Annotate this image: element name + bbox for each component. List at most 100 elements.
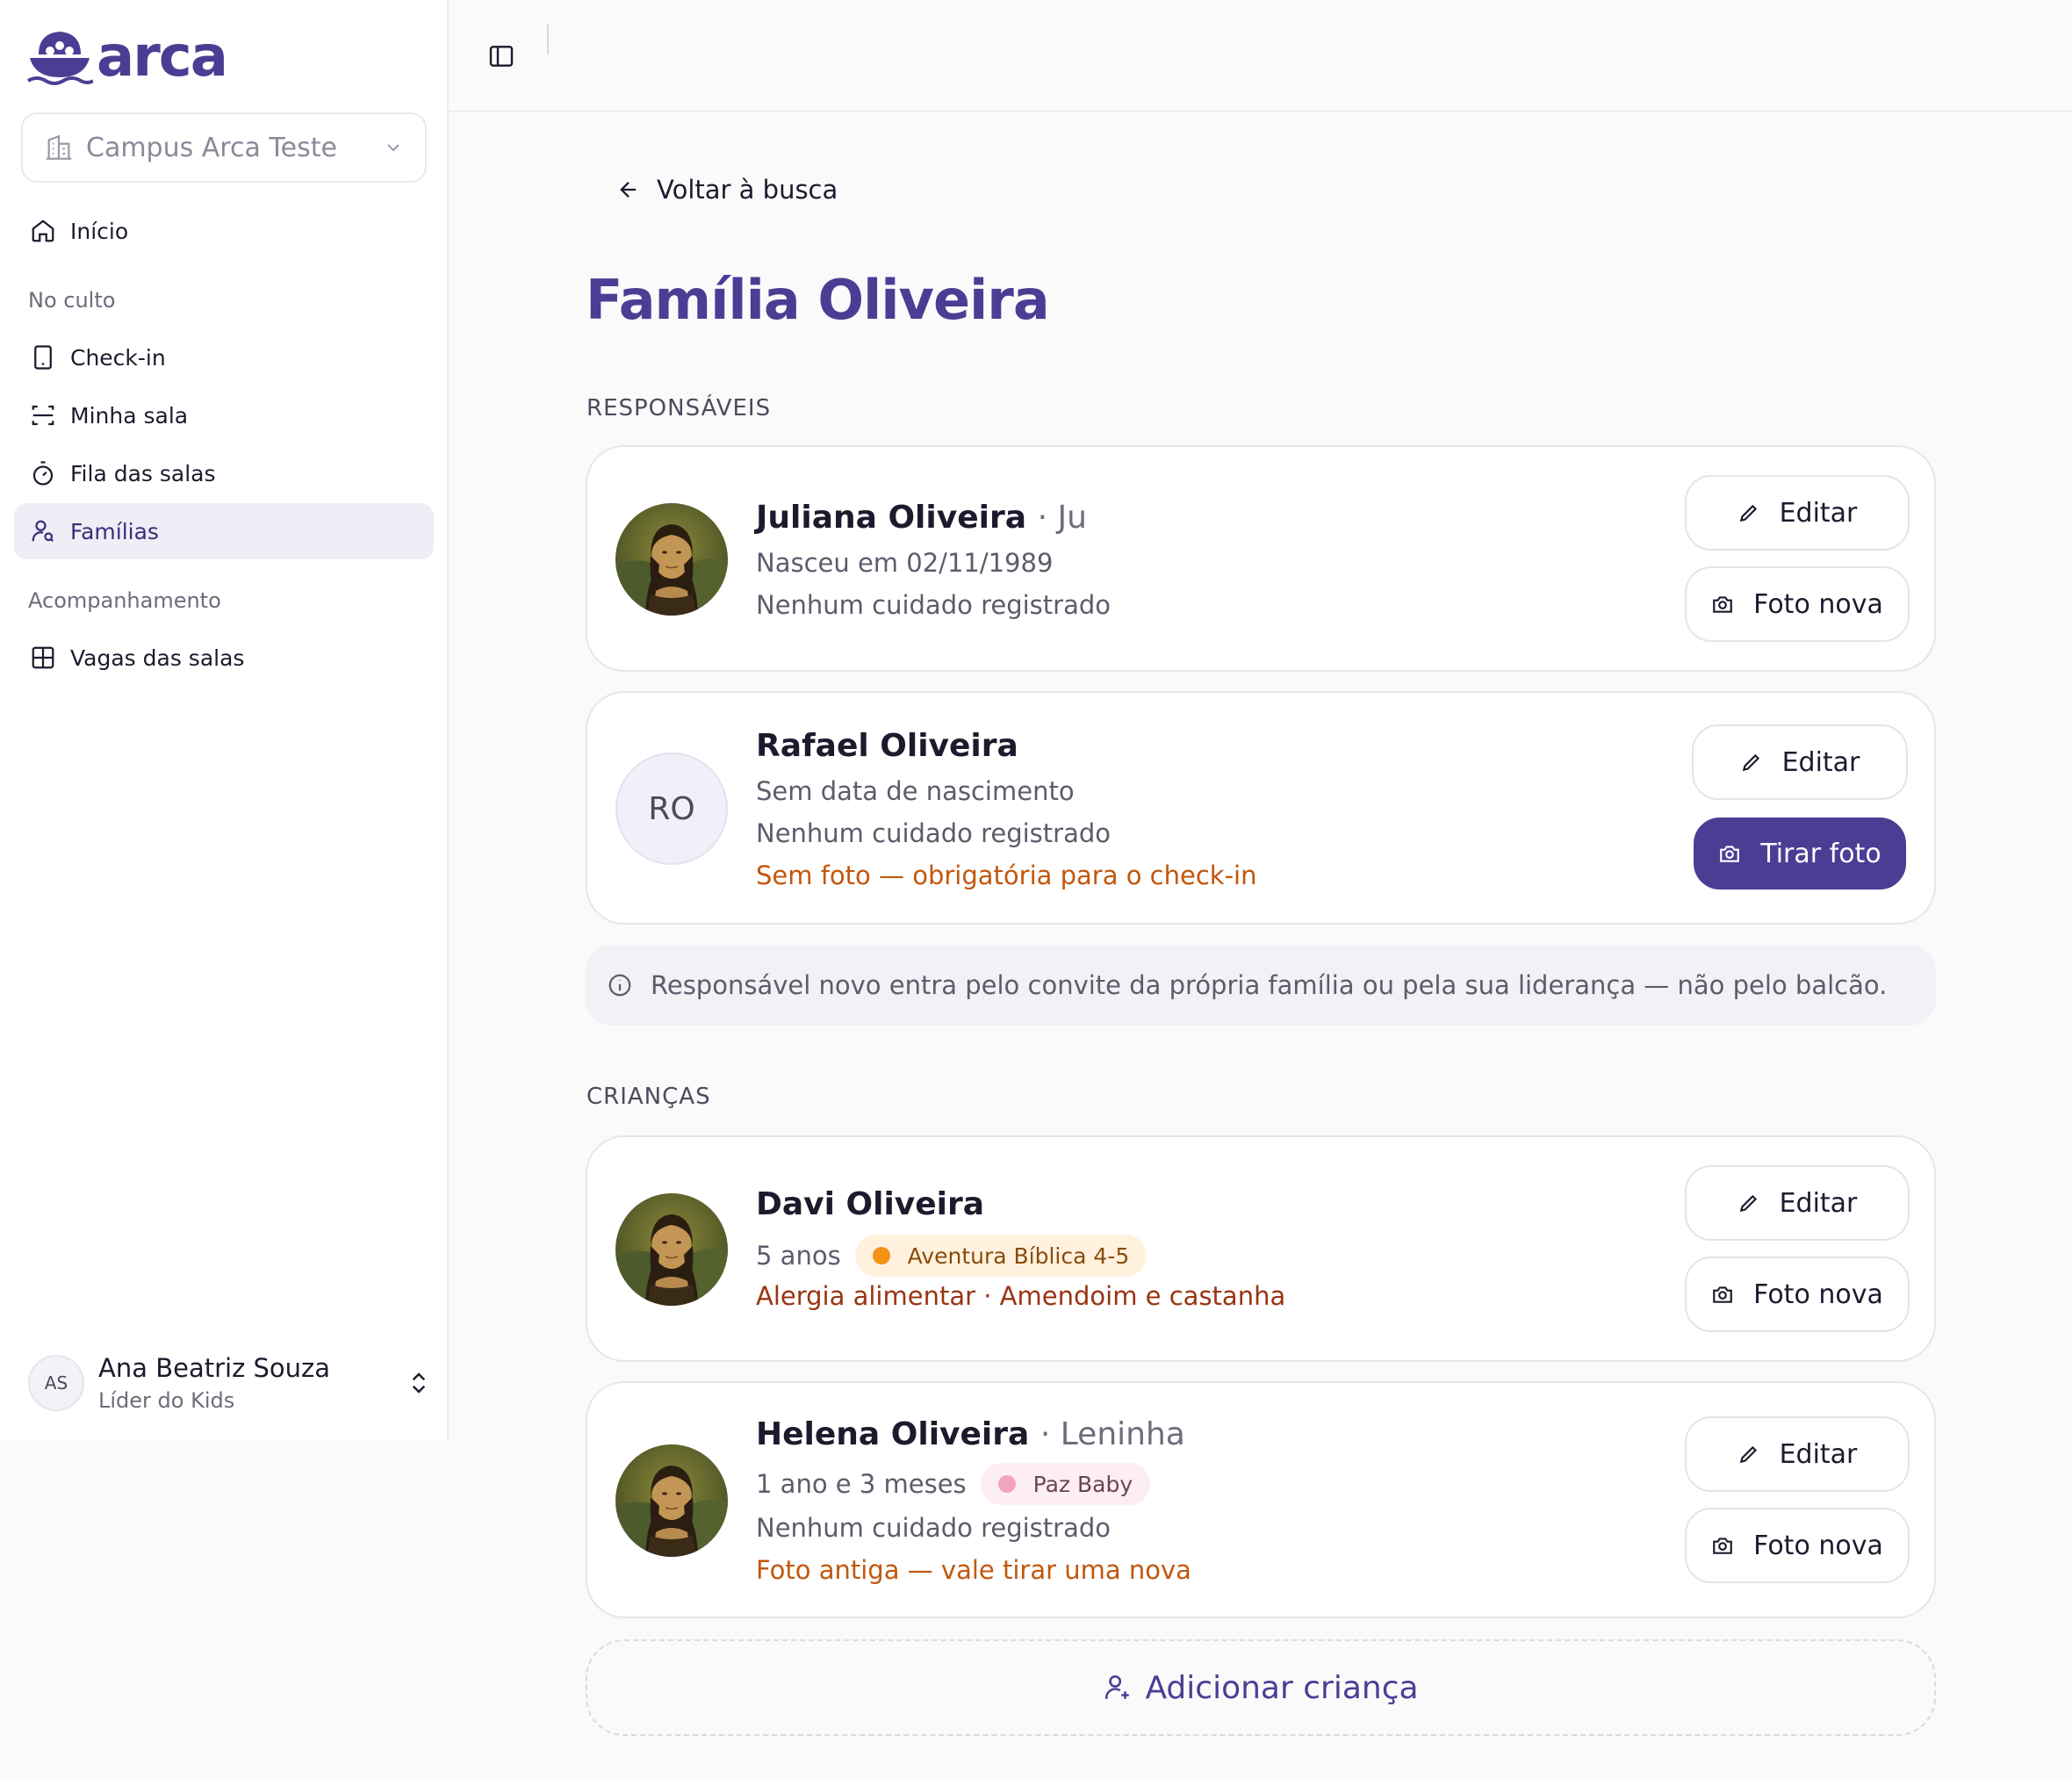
allergy-note: Alergia alimentar · Amendoim e castanha	[756, 1281, 1286, 1311]
photo-warning: Sem foto — obrigatória para o check-in	[756, 861, 1257, 890]
edit-label: Editar	[1779, 1438, 1858, 1470]
new-photo-button[interactable]: Foto nova	[1685, 1257, 1910, 1332]
sidebar-item-label: Check-in	[70, 344, 166, 371]
room-badge: Paz Baby	[980, 1463, 1151, 1505]
sidebar-item-label: Vagas das salas	[70, 645, 245, 671]
arrow-left-icon	[620, 182, 637, 198]
nav-section-no-culto: No culto	[28, 288, 116, 313]
pencil-icon	[1739, 504, 1757, 522]
sidebar-item-minha-sala[interactable]: Minha sala	[14, 387, 434, 443]
sidebar-item-inicio[interactable]: Início	[14, 203, 434, 259]
add-child-button[interactable]: Adicionar criança	[586, 1639, 1936, 1736]
room-badge: Aventura Bíblica 4-5	[854, 1235, 1148, 1277]
sidebar-item-check-in[interactable]: Check-in	[14, 329, 434, 385]
sidebar-item-label: Famílias	[70, 518, 159, 544]
user-name: Ana Beatriz Souza	[98, 1353, 331, 1383]
person-name: Davi Oliveira	[756, 1186, 984, 1222]
back-label: Voltar à busca	[657, 175, 838, 205]
child-card: Helena Oliveira · Leninha 1 ano e 3 mese…	[586, 1381, 1936, 1618]
edit-button[interactable]: Editar	[1685, 1416, 1910, 1492]
person-photo[interactable]	[615, 503, 728, 616]
camera-icon	[1713, 1286, 1732, 1303]
logo-text: arca	[97, 25, 228, 90]
photo-label: Tirar foto	[1760, 838, 1881, 869]
topbar	[449, 0, 2072, 112]
sidebar-toggle-icon[interactable]	[487, 42, 515, 70]
user-plus-icon	[1105, 1675, 1130, 1699]
grid-icon	[32, 646, 54, 669]
new-photo-button[interactable]: Foto nova	[1685, 1508, 1910, 1583]
edit-button[interactable]: Editar	[1692, 724, 1908, 800]
new-photo-button[interactable]: Foto nova	[1685, 566, 1910, 642]
person-name: Helena Oliveira · Leninha	[756, 1416, 1185, 1452]
avatar-initials[interactable]: RO	[615, 753, 728, 865]
pencil-icon	[1739, 1445, 1757, 1464]
child-age: 5 anos	[756, 1241, 841, 1271]
home-icon	[32, 220, 54, 242]
info-note: Responsável novo entra pelo convite da p…	[586, 945, 1936, 1026]
edit-button[interactable]: Editar	[1685, 475, 1910, 551]
tablet-icon	[34, 345, 52, 370]
photo-label: Foto nova	[1753, 1530, 1883, 1561]
info-text: Responsável novo entra pelo convite da p…	[651, 970, 1888, 1000]
guardian-card: Juliana Oliveira · Ju Nasceu em 02/11/19…	[586, 445, 1936, 672]
chevrons-up-down-icon	[412, 1372, 426, 1394]
app-logo[interactable]: arca	[26, 25, 228, 90]
person-photo[interactable]	[615, 1193, 728, 1306]
sidebar-item-fila-das-salas[interactable]: Fila das salas	[14, 445, 434, 501]
user-info: Ana Beatriz Souza Líder do Kids	[98, 1353, 330, 1413]
pencil-icon	[1742, 753, 1759, 772]
campus-label: Campus Arca Teste	[86, 132, 337, 163]
room-name: Paz Baby	[1032, 1471, 1133, 1497]
edit-button[interactable]: Editar	[1685, 1165, 1910, 1241]
add-child-label: Adicionar criança	[1145, 1669, 1419, 1706]
building-icon	[46, 134, 72, 160]
person-name-text: Davi Oliveira	[756, 1186, 985, 1222]
sidebar-item-label: Início	[70, 218, 129, 244]
child-age-room: 1 ano e 3 meses Paz Baby	[756, 1462, 1151, 1506]
camera-icon	[1713, 596, 1732, 613]
divider	[547, 25, 549, 54]
nav-section-acompanhamento: Acompanhamento	[28, 588, 221, 613]
person-name: Juliana Oliveira · Ju	[756, 500, 1087, 536]
section-title-criancas: CRIANÇAS	[586, 1084, 711, 1110]
avatar: AS	[28, 1355, 84, 1411]
back-to-search-link[interactable]: Voltar à busca	[616, 172, 838, 207]
person-nickname: · Leninha	[1040, 1416, 1185, 1452]
person-birth: Sem data de nascimento	[756, 776, 1075, 806]
pencil-icon	[1739, 1194, 1757, 1213]
timer-icon	[32, 461, 54, 486]
person-name: Rafael Oliveira	[756, 728, 1018, 764]
sidebar-item-vagas-das-salas[interactable]: Vagas das salas	[14, 630, 434, 686]
room-color-dot	[997, 1475, 1016, 1493]
edit-label: Editar	[1781, 746, 1860, 778]
person-name-text: Juliana Oliveira	[756, 500, 1027, 536]
user-role: Líder do Kids	[98, 1388, 235, 1413]
user-search-icon	[32, 520, 54, 543]
child-card: Davi Oliveira 5 anos Aventura Bíblica 4-…	[586, 1135, 1936, 1362]
person-birth: Nasceu em 02/11/1989	[756, 548, 1054, 578]
user-menu[interactable]: AS Ana Beatriz Souza Líder do Kids	[28, 1352, 432, 1414]
sidebar-item-familias[interactable]: Famílias	[14, 503, 434, 559]
guardian-card: RO Rafael Oliveira Sem data de nasciment…	[586, 691, 1936, 925]
take-photo-button[interactable]: Tirar foto	[1694, 817, 1906, 890]
camera-icon	[1713, 1538, 1732, 1554]
photo-warning: Foto antiga — vale tirar uma nova	[756, 1555, 1191, 1585]
person-photo[interactable]	[615, 1444, 728, 1557]
info-icon	[608, 974, 631, 997]
campus-select[interactable]: Campus Arca Teste	[21, 112, 427, 183]
scan-icon	[32, 405, 54, 426]
person-care: Nenhum cuidado registrado	[756, 818, 1111, 848]
edit-label: Editar	[1779, 1187, 1858, 1219]
app-root: arca Campus Arca Teste Início No culto C…	[0, 0, 2072, 1779]
sidebar: arca Campus Arca Teste Início No culto C…	[0, 0, 449, 1440]
child-age: 1 ano e 3 meses	[756, 1469, 967, 1499]
page-title: Família Oliveira	[586, 268, 1050, 332]
ark-logo-icon	[26, 32, 93, 85]
person-care: Nenhum cuidado registrado	[756, 590, 1111, 620]
room-name: Aventura Bíblica 4-5	[907, 1242, 1130, 1269]
child-age-room: 5 anos Aventura Bíblica 4-5	[756, 1234, 1148, 1278]
person-care: Nenhum cuidado registrado	[756, 1513, 1111, 1543]
room-color-dot	[872, 1247, 890, 1264]
section-title-responsaveis: RESPONSÁVEIS	[586, 395, 772, 421]
